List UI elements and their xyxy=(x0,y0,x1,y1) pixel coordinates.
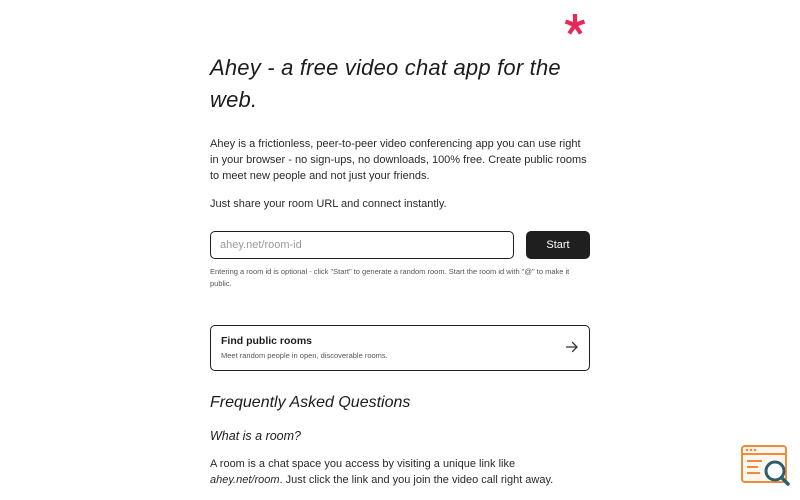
intro-text: Ahey is a frictionless, peer-to-peer vid… xyxy=(210,138,587,182)
browser-search-icon[interactable] xyxy=(740,444,792,490)
find-public-rooms-card[interactable]: Find public rooms Meet random people in … xyxy=(210,325,590,371)
faq-answer: A room is a chat space you access by vis… xyxy=(210,456,590,488)
page: Ahey - a free video chat app for the web… xyxy=(0,0,800,500)
faq-answer-text: A room is a chat space you access by vis… xyxy=(210,458,516,470)
page-title: Ahey - a free video chat app for the web… xyxy=(210,55,561,112)
start-button[interactable]: Start xyxy=(526,231,590,259)
public-rooms-subtitle: Meet random people in open, discoverable… xyxy=(221,351,388,360)
faq-answer-link: ahey.net/room xyxy=(210,474,280,486)
public-rooms-title: Find public rooms xyxy=(221,335,312,347)
asterisk-icon[interactable] xyxy=(560,10,590,40)
room-id-hint: Entering a room id is optional - click "… xyxy=(210,267,570,288)
faq-heading: Frequently Asked Questions xyxy=(210,394,411,411)
faq-question: What is a room? xyxy=(210,429,302,443)
arrow-right-icon xyxy=(565,341,578,353)
faq-answer-text-end: . Just click the link and you join the v… xyxy=(279,474,554,486)
room-id-input[interactable] xyxy=(210,231,514,259)
share-text: Just share your room URL and connect ins… xyxy=(210,198,447,210)
